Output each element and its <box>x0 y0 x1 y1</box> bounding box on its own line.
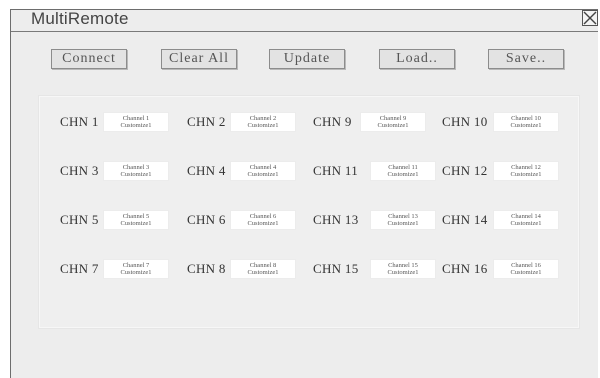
channel-sub: Customize1 <box>387 171 419 178</box>
channel-label: CHN 7 <box>60 261 99 276</box>
channel-label: CHN 9 <box>313 114 352 129</box>
channel-label: CHN 8 <box>187 261 226 276</box>
clear-all-button[interactable]: Clear All <box>161 49 237 69</box>
channel-sub: Customize1 <box>247 122 279 129</box>
close-button[interactable] <box>582 10 598 26</box>
channel-name: Channel 10 <box>511 115 541 122</box>
channel-name: Channel 12 <box>511 164 541 171</box>
channel-sub: Customize1 <box>387 220 419 227</box>
channel-name: Channel 6 <box>249 213 277 220</box>
channel-button[interactable]: Channel 16 Customize1 <box>493 259 559 279</box>
connect-button[interactable]: Connect <box>51 49 127 69</box>
channel-name: Channel 11 <box>388 164 418 171</box>
channel-label: CHN 10 <box>442 114 488 129</box>
channel-name: Channel 3 <box>122 164 150 171</box>
channel-name: Channel 5 <box>122 213 150 220</box>
update-button[interactable]: Update <box>269 49 345 69</box>
channel-sub: Customize1 <box>510 171 542 178</box>
title-bar: MultiRemote <box>11 9 598 32</box>
channel-sub: Customize1 <box>377 122 409 129</box>
channel-sub: Customize1 <box>120 122 152 129</box>
channel-name: Channel 8 <box>249 262 277 269</box>
channel-sub: Customize1 <box>387 269 419 276</box>
channel-sub: Customize1 <box>247 220 279 227</box>
channel-sub: Customize1 <box>247 171 279 178</box>
channel-label: CHN 1 <box>60 114 99 129</box>
channel-button[interactable]: Channel 14 Customize1 <box>493 210 559 230</box>
channel-sub: Customize1 <box>120 171 152 178</box>
channel-button[interactable]: Channel 9 Customize1 <box>360 112 426 132</box>
channel-label: CHN 16 <box>442 261 488 276</box>
channel-name: Channel 1 <box>122 115 150 122</box>
multiremote-window: MultiRemote Connect Clear All Update Loa… <box>10 9 598 378</box>
channel-button[interactable]: Channel 7 Customize1 <box>103 259 169 279</box>
channel-button[interactable]: Channel 13 Customize1 <box>370 210 436 230</box>
channel-button[interactable]: Channel 1 Customize1 <box>103 112 169 132</box>
save-button[interactable]: Save.. <box>488 49 564 69</box>
channel-button[interactable]: Channel 6 Customize1 <box>230 210 296 230</box>
title-separator <box>11 31 598 32</box>
close-icon <box>583 11 597 25</box>
channel-name: Channel 9 <box>379 115 407 122</box>
channel-sub: Customize1 <box>120 269 152 276</box>
load-button[interactable]: Load.. <box>379 49 455 69</box>
channel-sub: Customize1 <box>510 122 542 129</box>
channel-button[interactable]: Channel 12 Customize1 <box>493 161 559 181</box>
channel-label: CHN 5 <box>60 212 99 227</box>
channel-label: CHN 2 <box>187 114 226 129</box>
channel-label: CHN 3 <box>60 163 99 178</box>
channel-button[interactable]: Channel 2 Customize1 <box>230 112 296 132</box>
channel-button[interactable]: Channel 8 Customize1 <box>230 259 296 279</box>
channel-name: Channel 14 <box>511 213 541 220</box>
channel-button[interactable]: Channel 10 Customize1 <box>493 112 559 132</box>
channel-sub: Customize1 <box>510 220 542 227</box>
channel-label: CHN 14 <box>442 212 488 227</box>
channel-name: Channel 4 <box>249 164 277 171</box>
channel-sub: Customize1 <box>120 220 152 227</box>
channel-label: CHN 12 <box>442 163 488 178</box>
channel-sub: Customize1 <box>247 269 279 276</box>
channel-label: CHN 6 <box>187 212 226 227</box>
channel-label: CHN 11 <box>313 163 359 178</box>
channel-button[interactable]: Channel 15 Customize1 <box>370 259 436 279</box>
channel-button[interactable]: Channel 4 Customize1 <box>230 161 296 181</box>
channel-sub: Customize1 <box>510 269 542 276</box>
channel-button[interactable]: Channel 3 Customize1 <box>103 161 169 181</box>
channel-name: Channel 7 <box>122 262 150 269</box>
window-title: MultiRemote <box>31 9 129 28</box>
channel-label: CHN 15 <box>313 261 359 276</box>
channel-name: Channel 15 <box>388 262 418 269</box>
channel-label: CHN 13 <box>313 212 359 227</box>
channel-name: Channel 16 <box>511 262 541 269</box>
channel-panel: CHN 1 Channel 1 Customize1 CHN 2 Channel… <box>39 96 579 328</box>
channel-button[interactable]: Channel 11 Customize1 <box>370 161 436 181</box>
channel-button[interactable]: Channel 5 Customize1 <box>103 210 169 230</box>
channel-name: Channel 13 <box>388 213 418 220</box>
channel-name: Channel 2 <box>249 115 277 122</box>
channel-label: CHN 4 <box>187 163 226 178</box>
